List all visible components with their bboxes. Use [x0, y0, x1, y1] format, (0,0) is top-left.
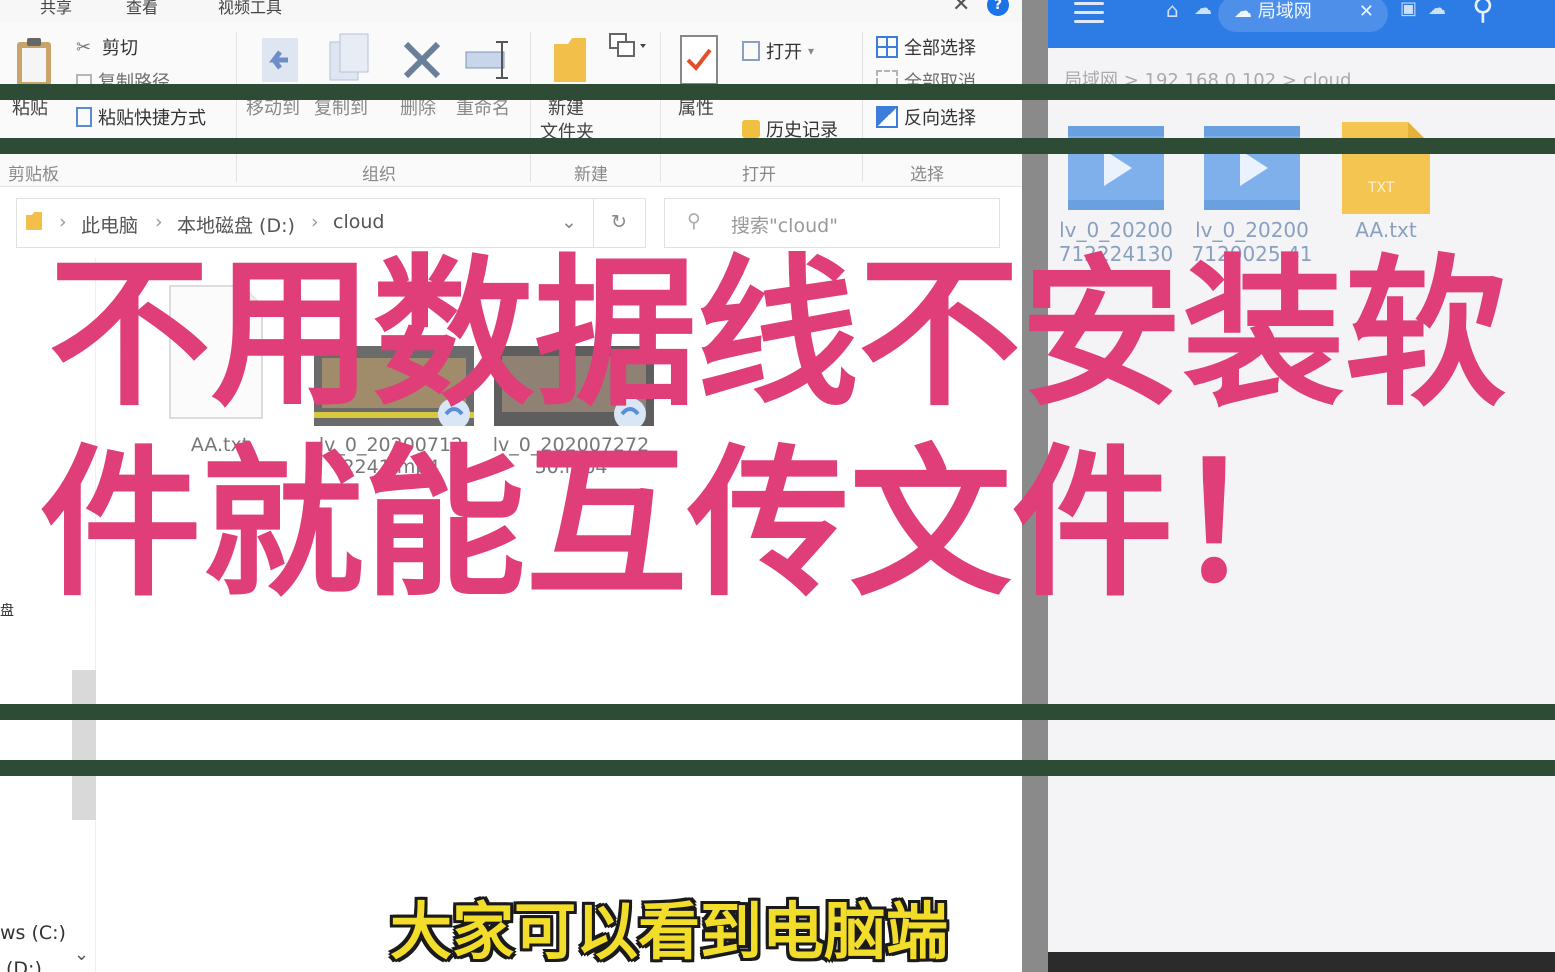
breadcrumb-local-disk-d[interactable]: 本地磁盘 (D:): [177, 211, 295, 238]
chevron-down-icon[interactable]: ⌄: [561, 211, 577, 233]
ribbon: 粘贴 ✂ 剪切 复制路径 粘贴快捷方式 剪贴板 移动到 复制到 删除 重命名 组…: [0, 22, 1022, 187]
close-icon[interactable]: ✕: [1359, 0, 1374, 28]
shortcut-icon: [76, 107, 92, 127]
home-icon[interactable]: ⌂: [1166, 0, 1179, 22]
select-all-button[interactable]: 全部选择: [876, 34, 976, 60]
search-placeholder: 搜索"cloud": [731, 215, 838, 237]
new-item-button[interactable]: [608, 32, 648, 66]
chevron-right-icon: ›: [59, 211, 67, 233]
folder-icon: [554, 38, 586, 82]
menu-icon[interactable]: [1074, 2, 1104, 28]
folder-icon: [25, 211, 43, 236]
select-all-label: 全部选择: [904, 38, 976, 59]
overlay-title-line1: 不用数据线不安装软: [48, 241, 1507, 429]
group-separator: [862, 32, 863, 182]
nav-item-drive-d[interactable]: (D:): [6, 958, 42, 972]
scissors-icon: ✂: [76, 37, 92, 58]
refresh-icon[interactable]: ↻: [611, 211, 627, 233]
search-icon[interactable]: ⚲: [1472, 0, 1494, 27]
tab-share[interactable]: 共享: [40, 0, 72, 18]
open-label: 打开: [766, 42, 802, 63]
location-chip-label: 局域网: [1257, 1, 1312, 22]
copy-to-icon: [329, 33, 369, 81]
group-separator: [236, 32, 237, 182]
group-label-select: 选择: [910, 165, 944, 185]
phone-file-aa-txt[interactable]: AA.txt: [1324, 218, 1448, 242]
cloud-sync-icon[interactable]: ☁: [1428, 0, 1446, 19]
overlay-stripe: [0, 138, 1555, 154]
invert-selection-icon: [876, 106, 898, 128]
group-label-organize: 组织: [362, 165, 396, 185]
group-separator: [660, 32, 661, 182]
file-name-line1: lv_0_20200: [1195, 218, 1309, 242]
close-icon[interactable]: ✕: [952, 0, 970, 17]
overlay-title: 不用数据线不安装软 件就能互传文件！: [0, 240, 1555, 620]
open-button[interactable]: 打开 ▾: [742, 38, 814, 64]
window-icon[interactable]: ▣: [1400, 0, 1417, 19]
search-icon: ⚲: [687, 210, 701, 232]
clipboard-icon: [17, 38, 51, 86]
phone-navigation-bar: [1048, 952, 1555, 972]
breadcrumb-cloud[interactable]: cloud: [333, 211, 384, 233]
copy-to-button[interactable]: [326, 32, 372, 88]
overlay-title-line2: 件就能互传文件！: [39, 431, 1336, 619]
rename-button[interactable]: [464, 38, 514, 86]
select-all-icon: [876, 36, 898, 58]
nav-scrollbar[interactable]: [72, 670, 96, 820]
new-folder-button[interactable]: [550, 34, 590, 90]
breadcrumb-this-pc[interactable]: 此电脑: [81, 211, 138, 238]
group-label-clipboard: 剪贴板: [8, 165, 59, 185]
group-separator: [530, 32, 531, 182]
nav-item-drive-c[interactable]: ws (C:): [0, 922, 66, 944]
location-chip[interactable]: ☁ 局域网 ✕: [1218, 0, 1388, 32]
chevron-down-icon: ▾: [808, 44, 815, 58]
move-to-icon: [262, 38, 298, 82]
invert-selection-button[interactable]: 反向选择: [876, 104, 976, 130]
rename-icon: [465, 41, 508, 79]
delete-x-icon: [403, 41, 441, 79]
txt-file-icon[interactable]: TXT: [1340, 120, 1432, 220]
properties-check-icon: [680, 35, 718, 85]
help-icon[interactable]: ?: [987, 0, 1009, 16]
overlay-stripe: [0, 704, 1555, 720]
chevron-right-icon: ›: [311, 211, 319, 233]
properties-button[interactable]: [678, 34, 720, 90]
group-label-open: 打开: [742, 165, 776, 185]
chevron-down-icon[interactable]: ⌄: [74, 944, 89, 965]
txt-badge: TXT: [1368, 180, 1395, 196]
phone-toolbar: ⌂ ☁ ☁ 局域网 ✕ ▣ ☁ ⚲: [1048, 0, 1555, 48]
open-icon: [742, 41, 760, 61]
file-name-line1: AA.txt: [1355, 218, 1417, 242]
ribbon-tabs: 共享 查看 视频工具 ✕ ?: [0, 0, 1022, 22]
chevron-right-icon: ›: [155, 211, 163, 233]
history-icon: [742, 120, 760, 138]
paste-shortcut-label: 粘贴快捷方式: [98, 108, 206, 129]
tab-video-tools[interactable]: 视频工具: [218, 0, 282, 18]
move-to-button[interactable]: [258, 34, 302, 90]
paste-shortcut-button[interactable]: 粘贴快捷方式: [76, 104, 206, 130]
tab-view[interactable]: 查看: [126, 0, 158, 18]
new-item-icon: [609, 33, 646, 57]
file-name-line1: lv_0_20200: [1059, 218, 1173, 242]
cut-label: 剪切: [102, 38, 138, 59]
cut-button[interactable]: ✂ 剪切: [76, 34, 138, 60]
overlay-stripe: [0, 760, 1555, 776]
invert-selection-label: 反向选择: [904, 108, 976, 129]
group-label-new: 新建: [574, 165, 608, 185]
delete-button[interactable]: [400, 38, 444, 86]
overlay-stripe: [0, 84, 1555, 100]
cloud-icon[interactable]: ☁: [1194, 0, 1212, 19]
router-icon: ☁: [1234, 1, 1258, 22]
video-subtitle: 大家可以看到电脑端: [390, 895, 949, 968]
